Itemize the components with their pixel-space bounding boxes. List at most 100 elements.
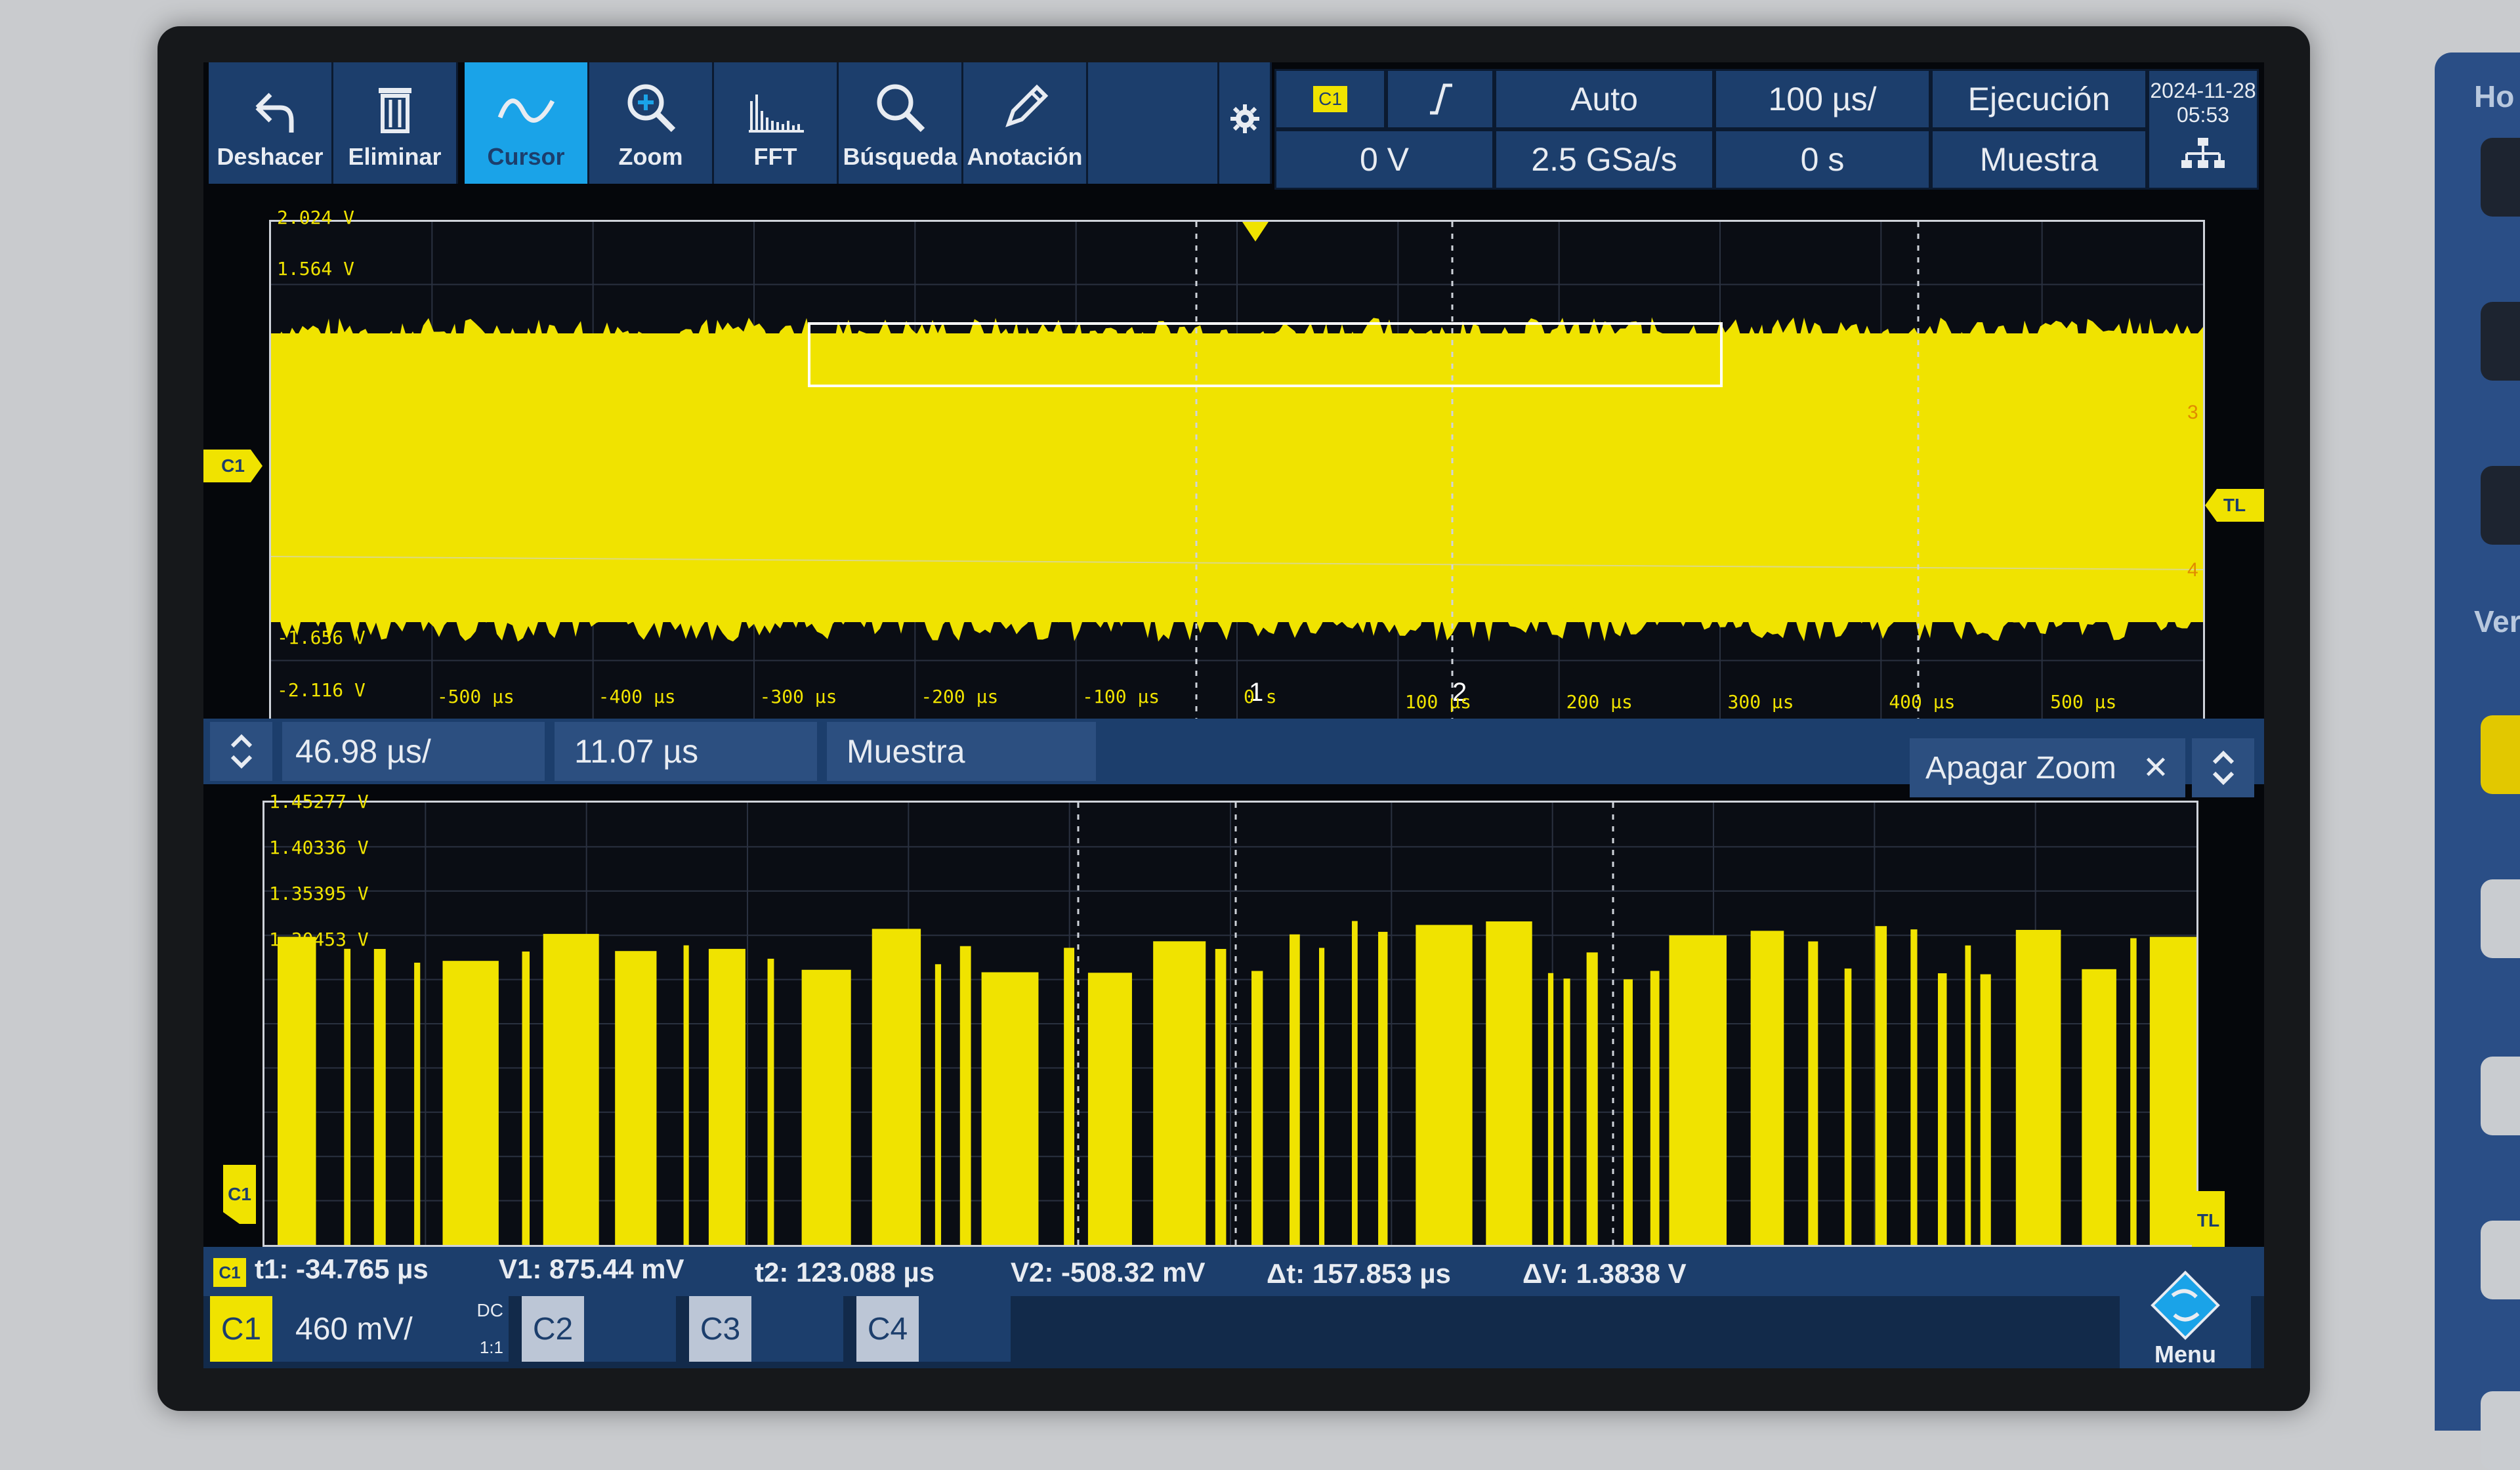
zoom-channel-marker[interactable]: C1 (223, 1165, 256, 1224)
expand-vertical-icon (230, 734, 252, 769)
zoom-pulse (1486, 921, 1532, 1245)
zoom-pulse (767, 958, 774, 1245)
zoom-acquisition[interactable]: Muestra (827, 722, 1096, 781)
zoom-pulse (2130, 938, 2137, 1245)
zoom-pulse (1318, 948, 1325, 1245)
channel-bar (203, 1296, 2264, 1368)
acquisition-mode[interactable]: Muestra (1931, 129, 2147, 190)
zoom-pulse (1352, 921, 1358, 1245)
cursor-button[interactable]: Cursor (465, 62, 589, 184)
channel-c3-label[interactable]: C3 (689, 1296, 751, 1362)
zoom-pulse (373, 949, 386, 1245)
cursor-v2: V2: -508.32 mV (1011, 1257, 1206, 1288)
zoom-y-label-1: 1.45277 V (269, 791, 369, 812)
zoom-pulse (981, 972, 1039, 1245)
zoom-trigger-level-marker[interactable]: TL (2192, 1191, 2225, 1250)
main-x-label: 200 µs (1566, 691, 1633, 713)
front-panel-label-horizontal: Ho (2474, 79, 2515, 114)
main-waveform-area[interactable]: 1234 (269, 220, 2205, 725)
front-panel-key[interactable] (2481, 1057, 2520, 1135)
settings-button[interactable] (1219, 62, 1272, 184)
channel-c1-scale: 460 mV/ (295, 1311, 413, 1347)
date: 2024-11-28 (2150, 79, 2256, 102)
channel-c2-slot[interactable] (584, 1296, 676, 1362)
channel-c4-slot[interactable] (919, 1296, 1011, 1362)
cursor-v1: V1: 875.44 mV (499, 1253, 684, 1284)
zoom-pulse (1378, 931, 1388, 1245)
front-panel-key[interactable] (2481, 138, 2520, 217)
channel-offset-marker[interactable]: C1 (203, 450, 262, 482)
zoom-pulse (872, 929, 921, 1245)
channel-c3-slot[interactable] (751, 1296, 843, 1362)
zoom-pulse (1064, 948, 1075, 1245)
zoom-waveform-area[interactable] (262, 801, 2198, 1247)
delete-button[interactable]: Eliminar (333, 62, 458, 184)
front-panel-key[interactable] (2481, 466, 2520, 545)
time-offset[interactable]: 0 s (1714, 129, 1931, 190)
zoom-button[interactable]: Zoom (589, 62, 714, 184)
network-icon (2181, 138, 2225, 168)
trigger-mode[interactable]: Auto (1494, 69, 1714, 129)
search-icon (877, 84, 925, 133)
zoom-pulse (1808, 941, 1818, 1245)
zoom-pulse (1844, 968, 1852, 1245)
zoom-pulse (2082, 969, 2116, 1245)
channel-c2-label[interactable]: C2 (522, 1296, 584, 1362)
front-panel-right: Ho Vert (2435, 52, 2520, 1470)
toolbar-empty-slot[interactable] (1088, 62, 1219, 184)
zoom-pulse (522, 951, 530, 1245)
time: 05:53 (2176, 103, 2230, 127)
front-panel-channel-key[interactable] (2481, 715, 2520, 794)
front-panel-key[interactable] (2481, 1221, 2520, 1299)
menu-label: Menu (2154, 1341, 2216, 1368)
fft-label: FFT (753, 143, 797, 170)
zoom-pulse (278, 936, 316, 1245)
undo-button[interactable]: Deshacer (209, 62, 333, 184)
channel-c1-ratio: 1:1 (479, 1337, 503, 1357)
menu-button[interactable]: Menu (2120, 1270, 2251, 1368)
zoom-magnifier-icon (627, 84, 675, 133)
trigger-source-cell[interactable]: C1 (1274, 69, 1386, 129)
fft-button[interactable]: FFT (714, 62, 839, 184)
front-panel-key[interactable] (2481, 1391, 2520, 1470)
main-x-label: -300 µs (759, 686, 837, 707)
front-panel-key[interactable] (2481, 302, 2520, 381)
main-x-label: -100 µs (1082, 686, 1160, 707)
gear-icon (1230, 104, 1259, 133)
zoom-y-label-3: 1.35395 V (269, 883, 369, 904)
zoom-pulse (934, 964, 942, 1245)
channel-c1-label[interactable]: C1 (210, 1296, 272, 1362)
front-panel-key[interactable] (2481, 879, 2520, 958)
main-y-label-3: -1.656 V (277, 627, 366, 648)
zoom-pulse (2149, 936, 2196, 1245)
zoom-position[interactable]: 11.07 µs (555, 722, 817, 781)
zoom-y-label-2: 1.40336 V (269, 837, 369, 858)
rising-edge-icon (1429, 83, 1452, 115)
cursor-label: Cursor (487, 143, 565, 170)
zoom-resize-handle[interactable] (210, 722, 272, 781)
trigger-level-marker[interactable]: TL (2205, 489, 2264, 522)
main-x-label: -200 µs (921, 686, 999, 707)
run-state[interactable]: Ejecución (1931, 69, 2147, 129)
sample-rate[interactable]: 2.5 GSa/s (1494, 129, 1714, 190)
close-icon: ✕ (2142, 751, 2170, 786)
zoom-resize-handle-right[interactable] (2192, 738, 2254, 797)
zoom-pulse (683, 945, 689, 1245)
channel-c4-label[interactable]: C4 (856, 1296, 919, 1362)
trigger-level[interactable]: 0 V (1274, 129, 1494, 190)
zoom-pulse (344, 948, 351, 1245)
time-scale[interactable]: 100 µs/ (1714, 69, 1931, 129)
zoom-pulse (1910, 929, 1918, 1245)
main-x-label: 500 µs (2050, 691, 2117, 713)
datetime-network-cell[interactable]: 2024-11-28 05:53 (2147, 69, 2259, 190)
channel-c1-scale-button[interactable]: 460 mV/ DC 1:1 (272, 1296, 509, 1362)
search-button[interactable]: Búsqueda (839, 62, 963, 184)
cursor-delta-v: ΔV: 1.3838 V (1522, 1258, 1687, 1289)
annotation-button[interactable]: Anotación (963, 62, 1088, 184)
trigger-slope-cell[interactable] (1386, 69, 1494, 129)
main-x-label: 100 µs (1404, 691, 1471, 713)
main-y-label-2: 1.564 V (277, 258, 355, 280)
zoom-pulse (1937, 973, 1947, 1245)
zoom-scale[interactable]: 46.98 µs/ (282, 722, 545, 781)
zoom-off-button[interactable]: Apagar Zoom ✕ (1910, 738, 2185, 797)
